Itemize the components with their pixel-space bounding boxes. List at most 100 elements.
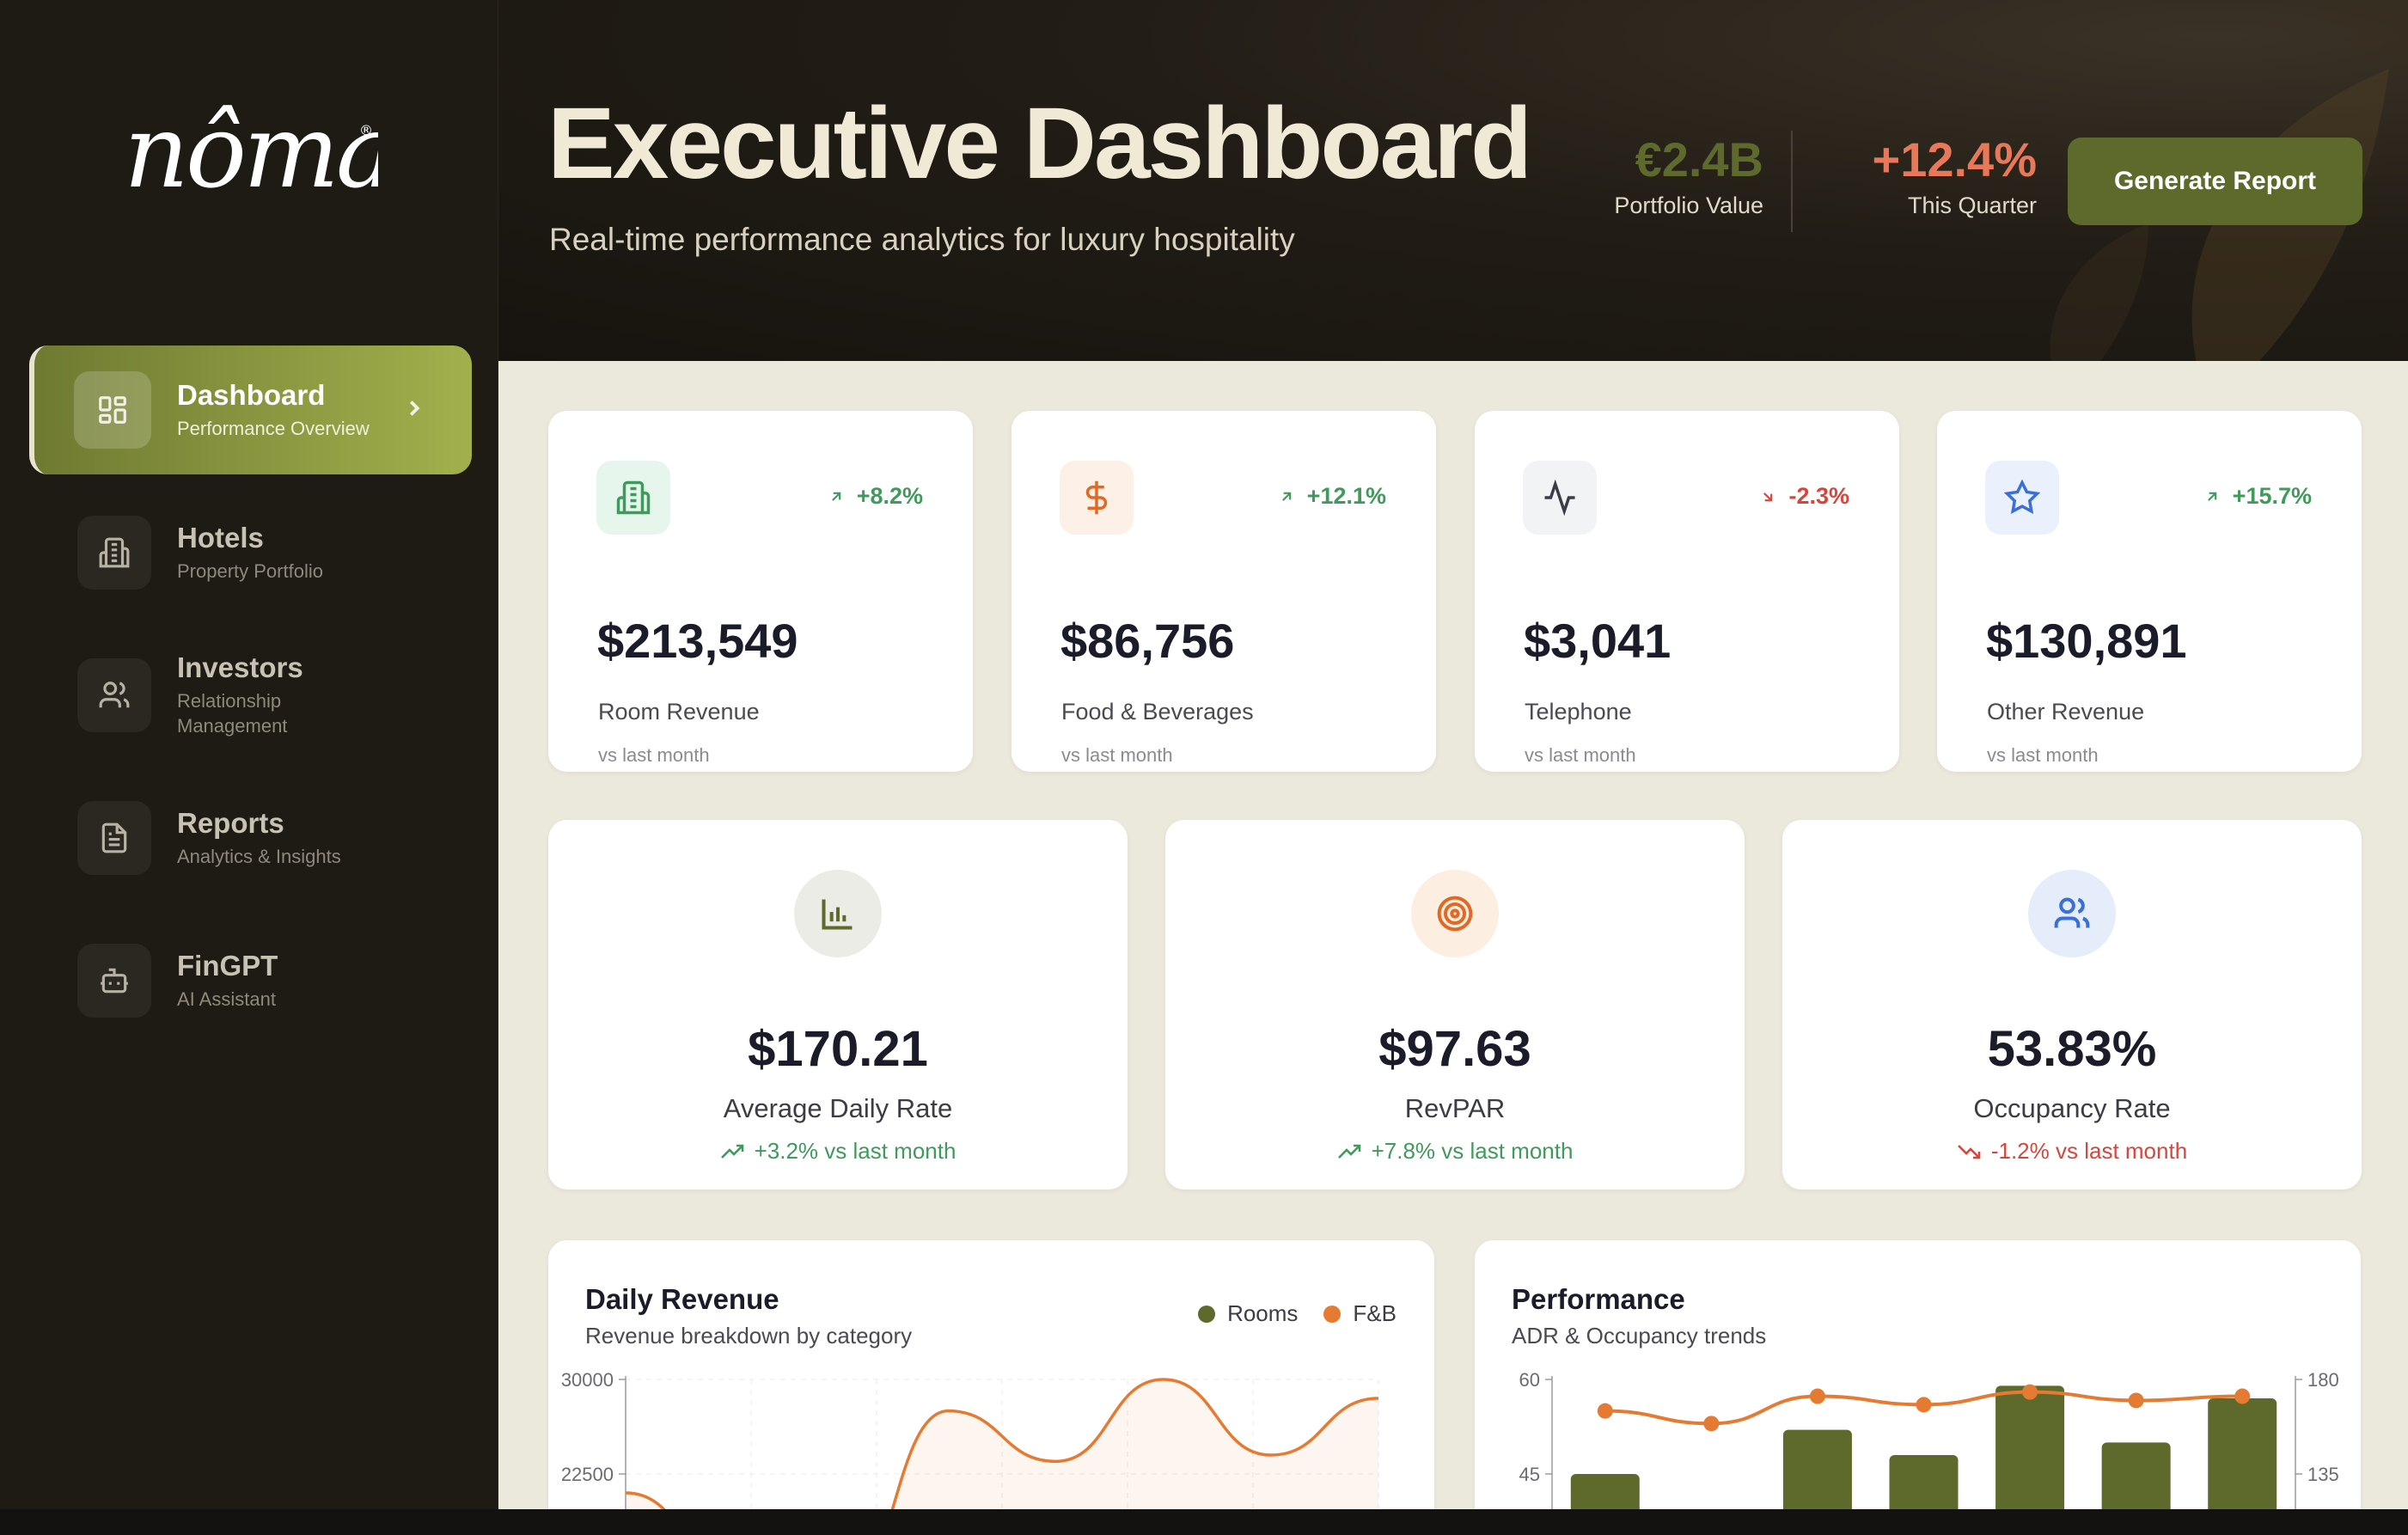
legend-item-fb[interactable]: F&B (1323, 1300, 1397, 1327)
kpi-card-food-beverages[interactable]: +12.1% $86,756 Food & Beverages vs last … (1011, 411, 1436, 772)
quarter-change-stat: +12.4% This Quarter (1839, 136, 2038, 219)
arrow-up-right-icon (1281, 492, 1291, 501)
chart-legend: Rooms F&B (1198, 1300, 1397, 1327)
kpi-card-telephone[interactable]: -2.3% $3,041 Telephone vs last month (1475, 411, 1899, 772)
sidebar-item-fingpt[interactable]: FinGPT AI Assistant (29, 916, 472, 1045)
arrow-up-right-icon (831, 492, 840, 501)
sidebar-item-sublabel: Property Portfolio (177, 560, 323, 582)
sidebar-item-label: FinGPT (177, 949, 278, 982)
adr-bar[interactable] (1889, 1455, 1959, 1509)
arrow-up-right-icon (2207, 492, 2216, 501)
star-icon (1985, 461, 2059, 535)
sidebar-item-sublabel: Performance Overview (177, 417, 370, 439)
sidebar-item-reports[interactable]: Reports Analytics & Insights (29, 774, 472, 902)
kpi-change: +15.7% (2203, 483, 2312, 510)
occupancy-point[interactable] (1703, 1416, 1720, 1432)
performance-chart-card: Performance ADR & Occupancy trends 60 45 1… (1475, 1240, 2361, 1509)
kpi-label: Telephone (1525, 699, 1632, 725)
legend-dot (1198, 1305, 1216, 1323)
trending-down-icon (1957, 1144, 1981, 1159)
occupancy-point[interactable] (2022, 1384, 2038, 1400)
users-icon (2028, 870, 2116, 957)
kpi-change-value: -2.3% (1788, 483, 1849, 509)
stat-divider (1791, 131, 1793, 232)
y-left-tick-label: 60 (1519, 1369, 1540, 1391)
sidebar-item-label: Investors (177, 651, 303, 684)
chart-subtitle: ADR & Occupancy trends (1512, 1323, 1767, 1348)
y-tick-label: 22500 (561, 1464, 614, 1485)
kpi-change-value: +12.1% (1306, 483, 1386, 509)
metric-label: Average Daily Rate (723, 1093, 953, 1123)
legend-label: F&B (1353, 1300, 1397, 1326)
portfolio-value: €2.4B (1635, 132, 1763, 187)
adr-bar[interactable] (1782, 1429, 1852, 1509)
occupancy-point[interactable] (1809, 1388, 1825, 1404)
legend-dot (1323, 1305, 1342, 1323)
kpi-change: +8.2% (828, 483, 923, 510)
metric-value: $97.63 (1378, 1021, 1531, 1077)
generate-report-button[interactable]: Generate Report (2068, 138, 2362, 225)
metric-card-adr[interactable]: $170.21 Average Daily Rate +3.2% vs last… (548, 820, 1128, 1189)
portfolio-value-label: Portfolio Value (1614, 193, 1763, 218)
metric-card-occupancy[interactable]: 53.83% Occupancy Rate -1.2% vs last mont… (1782, 820, 2362, 1189)
kpi-card-other-revenue[interactable]: +15.7% $130,891 Other Revenue vs last mo… (1937, 411, 2362, 772)
logo-wordmark: nômade ® (124, 92, 515, 211)
building-icon (596, 461, 670, 535)
kpi-card-room-revenue[interactable]: +8.2% $213,549 Room Revenue vs last mont… (548, 411, 973, 772)
adr-bar[interactable] (1995, 1385, 2065, 1509)
sidebar-item-label: Dashboard (177, 378, 326, 411)
bot-icon (77, 944, 151, 1018)
adr-bar[interactable] (2208, 1398, 2277, 1509)
kpi-label: Room Revenue (598, 699, 760, 725)
trending-up-icon (720, 1144, 743, 1159)
quarter-change-label: This Quarter (1907, 193, 2037, 218)
kpi-change: -2.3% (1759, 483, 1849, 510)
metric-change: -1.2% vs last month (1782, 1138, 2362, 1165)
legend-item-rooms[interactable]: Rooms (1198, 1300, 1298, 1327)
occupancy-point[interactable] (1597, 1403, 1613, 1419)
occupancy-point[interactable] (2234, 1388, 2251, 1404)
adr-bar[interactable] (1570, 1474, 1640, 1509)
metric-change-text: +3.2% vs last month (754, 1138, 956, 1164)
occupancy-point[interactable] (1916, 1397, 1932, 1413)
sidebar-item-dashboard[interactable]: Dashboard Performance Overview (29, 346, 472, 474)
dashboard-grid-icon (74, 371, 151, 449)
page-title: Executive Dashboard (547, 87, 1532, 200)
chart-title: Performance (1512, 1283, 1685, 1315)
nomade-logo[interactable]: nômade ® (120, 90, 515, 211)
kpi-label: Food & Beverages (1061, 699, 1254, 725)
adr-bar[interactable] (2101, 1442, 2171, 1509)
metric-change-text: +7.8% vs last month (1371, 1138, 1574, 1164)
kpi-note: vs last month (1525, 744, 1636, 766)
metric-card-revpar[interactable]: $97.63 RevPAR +7.8% vs last month (1165, 820, 1745, 1189)
kpi-note: vs last month (1061, 744, 1173, 766)
kpi-value: $3,041 (1524, 614, 1672, 668)
kpi-note: vs last month (1987, 744, 2099, 766)
document-icon (77, 801, 151, 875)
kpi-note: vs last month (598, 744, 710, 766)
metric-value: $170.21 (748, 1021, 928, 1077)
fb-area-fill (626, 1379, 1378, 1509)
logo-registered-mark: ® (359, 122, 373, 138)
y-left-tick-label: 45 (1519, 1464, 1540, 1485)
activity-icon (1523, 461, 1597, 535)
bar-chart-icon (794, 870, 882, 957)
page-header: Executive Dashboard Real-time performanc… (498, 0, 2408, 361)
occupancy-point[interactable] (2128, 1392, 2144, 1409)
trending-up-icon (1337, 1144, 1360, 1159)
main-content: +8.2% $213,549 Room Revenue vs last mont… (498, 361, 2408, 1509)
y-tick-label: 30000 (561, 1369, 614, 1391)
sidebar-item-label: Reports (177, 806, 284, 839)
y-right-tick-label: 180 (2307, 1369, 2339, 1391)
kpi-label: Other Revenue (1987, 699, 2145, 725)
sidebar-item-hotels[interactable]: Hotels Property Portfolio (29, 488, 472, 617)
kpi-value: $213,549 (597, 614, 798, 668)
page-subtitle: Real-time performance analytics for luxu… (549, 222, 1295, 257)
chevron-right-icon (409, 401, 420, 416)
chart-title: Daily Revenue (585, 1283, 779, 1315)
dollar-icon (1060, 461, 1134, 535)
metric-label: Occupancy Rate (1973, 1093, 2171, 1123)
performance-chart: 60 45 180 135 (1519, 1369, 2339, 1509)
sidebar-item-investors[interactable]: Investors Relationship Management (29, 631, 472, 760)
target-icon (1411, 870, 1499, 957)
